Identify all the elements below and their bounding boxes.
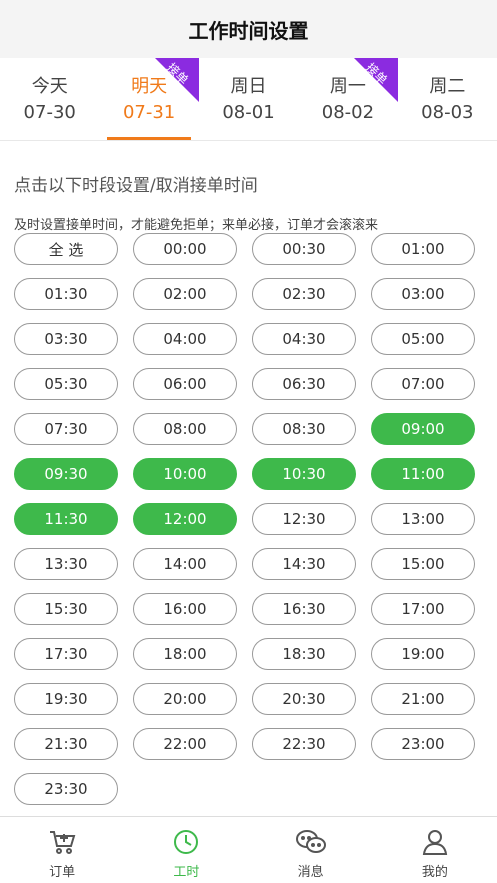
time-slot-button[interactable]: 03:00 <box>371 278 475 310</box>
time-slot-button[interactable]: 13:00 <box>371 503 475 535</box>
time-slot-button[interactable]: 20:00 <box>133 683 237 715</box>
day-date: 07-30 <box>23 102 76 123</box>
time-slot-button[interactable]: 22:00 <box>133 728 237 760</box>
day-tab-tuesday[interactable]: 周二 08-03 <box>398 58 497 140</box>
time-slot-button[interactable]: 17:30 <box>14 638 118 670</box>
time-slot-button[interactable]: 00:30 <box>252 233 356 265</box>
day-tab-monday[interactable]: 周一 08-02 接单 <box>298 58 398 140</box>
time-slot-button[interactable]: 05:30 <box>14 368 118 400</box>
user-icon <box>373 827 497 857</box>
time-slot-button[interactable]: 13:30 <box>14 548 118 580</box>
day-date: 07-31 <box>122 102 176 123</box>
time-slot-button[interactable]: 22:30 <box>252 728 356 760</box>
day-tab-tomorrow[interactable]: 明天 07-31 接单 <box>99 58 199 140</box>
time-slot-button[interactable]: 11:30 <box>14 503 118 535</box>
tab-messages[interactable]: 消息 <box>249 817 373 883</box>
time-slot-button[interactable]: 08:30 <box>252 413 356 445</box>
time-slot-button[interactable]: 21:30 <box>14 728 118 760</box>
time-slot-button[interactable]: 12:30 <box>252 503 356 535</box>
time-slot-button[interactable]: 01:00 <box>371 233 475 265</box>
day-date: 08-01 <box>222 102 275 123</box>
time-slot-button[interactable]: 18:00 <box>133 638 237 670</box>
time-slot-button[interactable]: 19:30 <box>14 683 118 715</box>
time-slot-button[interactable]: 12:00 <box>133 503 237 535</box>
time-slot-button[interactable]: 23:30 <box>14 773 118 805</box>
header: 工作时间设置 <box>0 0 497 58</box>
day-tab-today[interactable]: 今天 07-30 <box>0 58 99 140</box>
tab-label: 消息 <box>297 865 324 880</box>
time-slot-button[interactable]: 11:00 <box>371 458 475 490</box>
tab-label: 我的 <box>421 865 448 880</box>
time-slot-button[interactable]: 21:00 <box>371 683 475 715</box>
time-slot-button[interactable]: 00:00 <box>133 233 237 265</box>
instruction-subtext: 及时设置接单时间，才能避免拒单；来单必接，订单才会滚滚来 <box>14 218 379 233</box>
time-slot-button[interactable]: 23:00 <box>371 728 475 760</box>
day-name: 周二 <box>429 76 466 97</box>
time-slot-button[interactable]: 07:00 <box>371 368 475 400</box>
time-slot-button[interactable]: 15:00 <box>371 548 475 580</box>
cart-icon <box>0 827 124 857</box>
day-date: 08-02 <box>321 102 375 123</box>
time-slot-button[interactable]: 05:00 <box>371 323 475 355</box>
tab-worktime[interactable]: 工时 <box>124 817 248 883</box>
tab-label: 订单 <box>49 865 76 880</box>
tab-orders[interactable]: 订单 <box>0 817 124 883</box>
day-tabs: 今天 07-30 明天 07-31 接单 周日 08-01 周一 08-02 接… <box>0 58 497 141</box>
time-slot-button[interactable]: 15:30 <box>14 593 118 625</box>
time-slot-button[interactable]: 06:30 <box>252 368 356 400</box>
time-slot-button[interactable]: 14:30 <box>252 548 356 580</box>
time-slot-button[interactable]: 02:30 <box>252 278 356 310</box>
time-slot-button[interactable]: 17:00 <box>371 593 475 625</box>
time-slot-button[interactable]: 09:30 <box>14 458 118 490</box>
day-name: 今天 <box>31 76 68 97</box>
tab-profile[interactable]: 我的 <box>373 817 497 883</box>
time-slot-button[interactable]: 03:30 <box>14 323 118 355</box>
day-name: 周日 <box>230 76 267 97</box>
time-slot-button[interactable]: 18:30 <box>252 638 356 670</box>
time-slot-button[interactable]: 07:30 <box>14 413 118 445</box>
day-tab-sunday[interactable]: 周日 08-01 <box>199 58 298 140</box>
time-slot-button[interactable]: 09:00 <box>371 413 475 445</box>
time-slot-button[interactable]: 06:00 <box>133 368 237 400</box>
day-date: 08-03 <box>421 102 474 123</box>
time-slot-button[interactable]: 02:00 <box>133 278 237 310</box>
clock-icon <box>124 827 248 857</box>
time-slot-button[interactable]: 16:00 <box>133 593 237 625</box>
select-all-button[interactable]: 全 选 <box>14 233 118 265</box>
time-slot-button[interactable]: 10:00 <box>133 458 237 490</box>
tab-label: 工时 <box>173 865 200 880</box>
time-slot-button[interactable]: 08:00 <box>133 413 237 445</box>
time-slot-button[interactable]: 01:30 <box>14 278 118 310</box>
time-slot-button[interactable]: 04:00 <box>133 323 237 355</box>
time-slot-button[interactable]: 04:30 <box>252 323 356 355</box>
time-slot-button[interactable]: 20:30 <box>252 683 356 715</box>
time-slot-button[interactable]: 14:00 <box>133 548 237 580</box>
time-slot-button[interactable]: 16:30 <box>252 593 356 625</box>
time-slot-button[interactable]: 19:00 <box>371 638 475 670</box>
chat-icon <box>249 827 373 857</box>
instruction-text: 点击以下时段设置/取消接单时间 <box>14 176 258 196</box>
page-title: 工作时间设置 <box>188 18 309 43</box>
time-slot-button[interactable]: 10:30 <box>252 458 356 490</box>
bottom-tab-bar: 订单 工时 消息 我的 <box>0 816 497 883</box>
